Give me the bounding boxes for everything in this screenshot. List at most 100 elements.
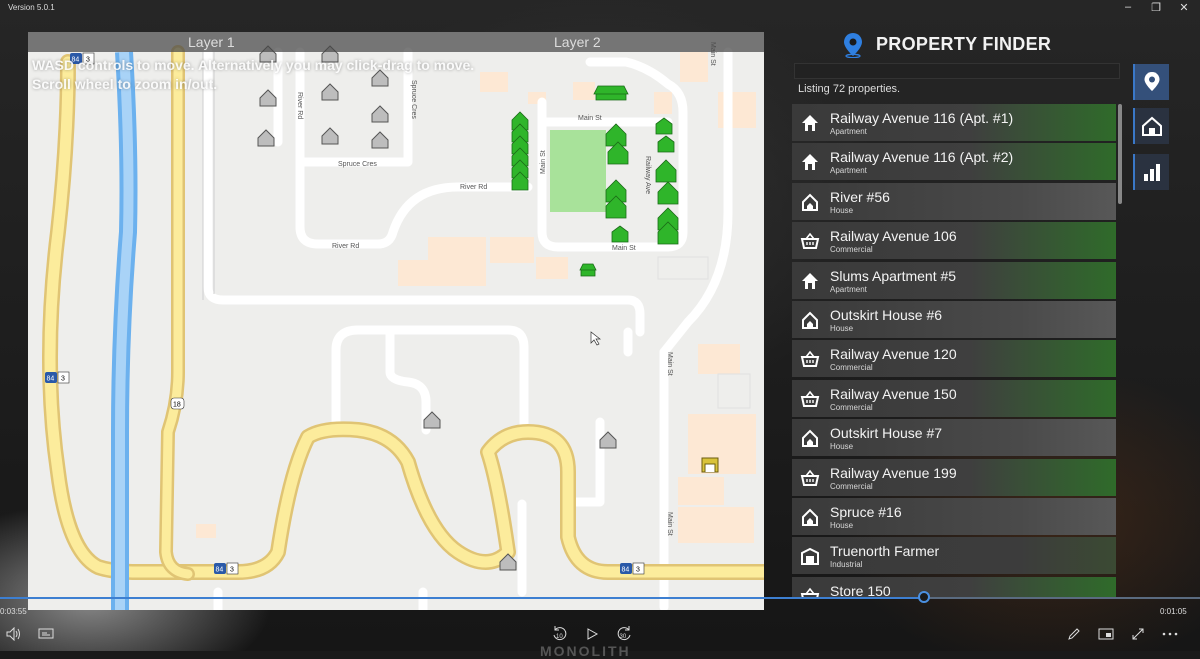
- fullscreen-button[interactable]: [1128, 624, 1148, 644]
- edit-button[interactable]: [1064, 624, 1084, 644]
- svg-text:84: 84: [216, 567, 224, 574]
- property-name: Truenorth Farmer: [830, 543, 940, 560]
- property-map[interactable]: River Rd River Rd River Rd Spruce Cres S…: [28, 32, 764, 610]
- street-label: River Rd: [332, 243, 359, 250]
- list-scrollbar[interactable]: [1118, 104, 1122, 204]
- forward-30-icon: 30: [617, 626, 631, 641]
- svg-text:10: 10: [556, 634, 563, 640]
- location-pin-icon: [844, 33, 862, 58]
- play-icon: [587, 628, 599, 640]
- street-label: River Rd: [460, 184, 487, 191]
- property-list-item[interactable]: River #56 House: [792, 182, 1116, 220]
- property-type: Commercial: [830, 402, 873, 412]
- commercial-marker-icon: [605, 123, 627, 147]
- svg-text:18: 18: [173, 402, 181, 409]
- home-icon: [800, 152, 820, 172]
- street-label: Main St: [666, 512, 673, 536]
- home-icon: [800, 271, 820, 291]
- house-marker-icon: [371, 131, 389, 149]
- title-bar: Version 5.0.1 – ❐ ✕: [0, 0, 1200, 18]
- property-type: Commercial: [830, 363, 873, 373]
- more-dots-icon: [1162, 632, 1178, 636]
- commercial-marker-icon: [657, 135, 675, 153]
- property-list-item[interactable]: Railway Avenue 106 Commercial: [792, 222, 1116, 260]
- progress-fill: [0, 597, 924, 599]
- property-name: Railway Avenue 150: [830, 385, 957, 402]
- property-list-item[interactable]: Outskirt House #7 House: [792, 419, 1116, 457]
- property-list-item[interactable]: Outskirt House #6 House: [792, 301, 1116, 338]
- layer-header: Layer 1 Layer 2: [28, 32, 764, 52]
- property-name: River #56: [830, 188, 890, 205]
- park: [550, 130, 606, 212]
- property-list-item[interactable]: Truenorth Farmer Industrial: [792, 537, 1116, 575]
- miniplayer-icon: [1098, 628, 1114, 640]
- svg-text:3: 3: [636, 567, 640, 574]
- remaining-time: 0:01:05: [1160, 607, 1187, 616]
- property-type: Industrial: [830, 560, 863, 570]
- commercial-marker-icon: [611, 225, 629, 243]
- listing-count: Listing 72 properties.: [798, 83, 901, 95]
- tab-location[interactable]: [1133, 64, 1169, 100]
- property-name: Railway Avenue 116 (Apt. #2): [830, 149, 1014, 166]
- rewind-10-icon: 10: [553, 626, 567, 641]
- property-name: Railway Avenue 199: [830, 464, 957, 481]
- map-canvas[interactable]: River Rd River Rd River Rd Spruce Cres S…: [28, 32, 764, 610]
- property-list-item[interactable]: Railway Avenue 116 (Apt. #1) Apartment: [792, 104, 1116, 141]
- commercial-marker-icon: [579, 263, 597, 277]
- route-shield-icon: 18: [170, 397, 185, 410]
- property-list[interactable]: Railway Avenue 116 (Apt. #1) Apartment Rai…: [792, 104, 1116, 598]
- property-list-item[interactable]: Store 150Commercial: [792, 576, 1116, 598]
- progress-knob[interactable]: [918, 591, 930, 603]
- commercial-marker-icon: [655, 159, 677, 183]
- property-type: Apartment: [830, 127, 867, 136]
- watermark: MONOLITH: [540, 643, 631, 659]
- property-name: Railway Avenue 116 (Apt. #1): [830, 110, 1014, 126]
- property-type: House: [830, 324, 854, 333]
- property-list-item[interactable]: Railway Avenue 120 Commercial: [792, 340, 1116, 378]
- forward-button[interactable]: 30: [614, 624, 634, 644]
- property-list-item[interactable]: Slums Apartment #5 Apartment: [792, 261, 1116, 299]
- layer-2-tab[interactable]: Layer 2: [554, 34, 601, 50]
- pencil-icon: [1068, 628, 1080, 640]
- house-icon: [800, 507, 820, 527]
- property-name: Outskirt House #7: [830, 425, 943, 442]
- property-list-item[interactable]: Railway Avenue 150 Commercial: [792, 379, 1116, 417]
- version-label: Version 5.0.1: [8, 3, 55, 12]
- minimize-button[interactable]: –: [1118, 1, 1138, 13]
- captions-button[interactable]: [36, 624, 56, 644]
- basket-icon: [800, 389, 820, 409]
- property-type: Commercial: [830, 245, 873, 255]
- layer-1-tab[interactable]: Layer 1: [188, 34, 235, 50]
- play-button[interactable]: [582, 624, 602, 644]
- property-type: Commercial: [830, 481, 873, 491]
- property-list-item[interactable]: Spruce #16 House: [792, 498, 1116, 535]
- commercial-marker-icon: [657, 181, 679, 205]
- commercial-marker-icon: [593, 85, 629, 101]
- close-button[interactable]: ✕: [1174, 1, 1194, 14]
- property-name: Spruce #16: [830, 504, 902, 520]
- more-options-button[interactable]: [1160, 624, 1180, 644]
- property-list-item[interactable]: Railway Avenue 116 (Apt. #2) Apartment: [792, 143, 1116, 181]
- volume-icon: [6, 627, 20, 641]
- svg-text:30: 30: [620, 634, 627, 640]
- volume-button[interactable]: [4, 624, 24, 644]
- street-label: Railway Ave: [644, 156, 651, 194]
- tab-properties[interactable]: [1133, 108, 1169, 144]
- street-label: Main St: [578, 115, 602, 122]
- svg-text:84: 84: [47, 376, 55, 383]
- search-input[interactable]: [794, 63, 1120, 79]
- property-type: Apartment: [830, 166, 867, 176]
- bar-chart-icon: [1144, 164, 1160, 181]
- factory-icon: [800, 546, 820, 566]
- miniplayer-button[interactable]: [1096, 624, 1116, 644]
- house-icon: [800, 428, 820, 448]
- restore-button[interactable]: ❐: [1146, 1, 1166, 14]
- house-icon: [800, 310, 820, 330]
- expand-icon: [1132, 628, 1144, 640]
- property-list-item[interactable]: Railway Avenue 199 Commercial: [792, 458, 1116, 496]
- property-name: Railway Avenue 106: [830, 228, 957, 245]
- house-icon: [1142, 116, 1162, 136]
- tab-stats[interactable]: [1133, 154, 1169, 190]
- rewind-button[interactable]: 10: [550, 624, 570, 644]
- location-pin-icon: [1144, 72, 1160, 91]
